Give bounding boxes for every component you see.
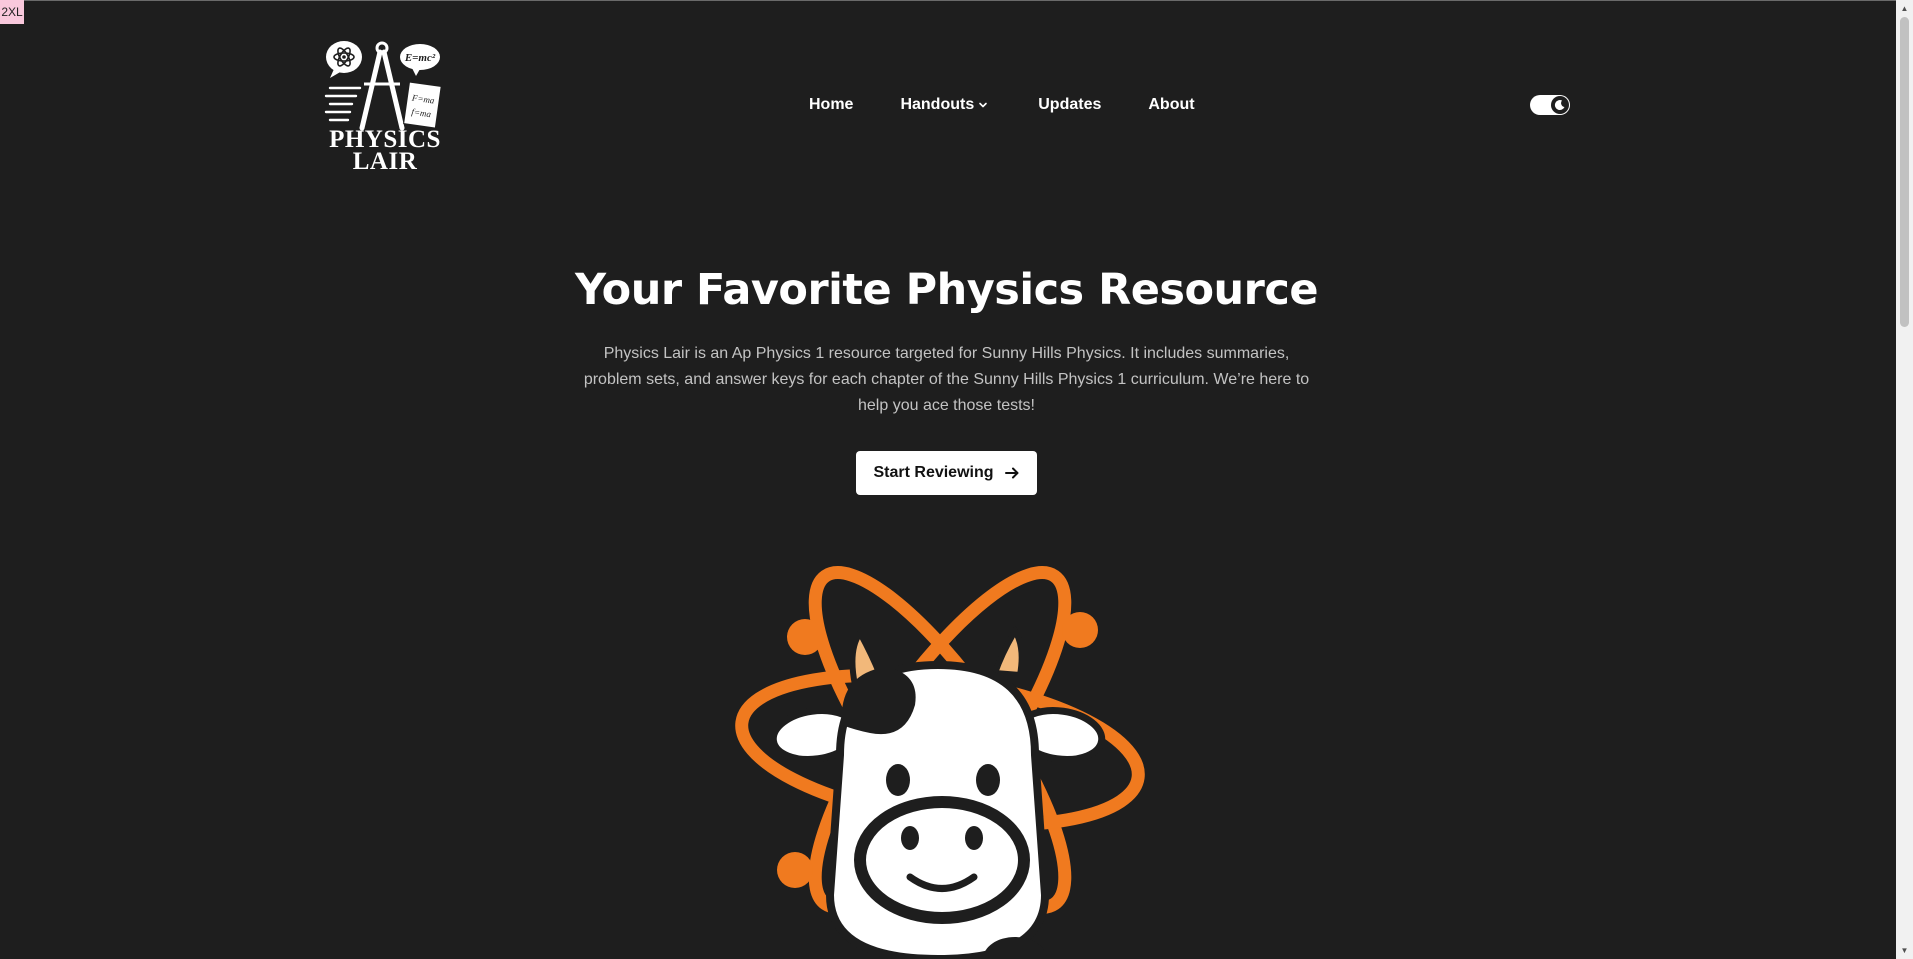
chevron-down-icon <box>979 102 988 108</box>
nav-handouts-label: Handouts <box>900 96 975 113</box>
vertical-scrollbar[interactable]: ▲ ▼ <box>1896 0 1913 959</box>
arrow-right-icon <box>1004 467 1019 479</box>
logo-title-line2: LAIR <box>352 148 418 175</box>
scroll-up-arrow-icon[interactable]: ▲ <box>1896 0 1913 17</box>
toggle-knob <box>1551 96 1569 114</box>
window-top-border <box>0 0 1913 1</box>
start-reviewing-label: Start Reviewing <box>873 464 994 481</box>
nav-handouts-dropdown[interactable]: Handouts <box>900 96 988 114</box>
logo-bubble-text: E=mc² <box>404 52 436 64</box>
site-logo[interactable]: E=mc² F=ma f=ma PHYSICS LAIR <box>320 36 450 176</box>
moon-icon <box>1554 100 1565 111</box>
theme-toggle[interactable] <box>1530 95 1570 115</box>
main-nav: Home Handouts Updates About <box>780 92 1195 118</box>
logo-graphic: E=mc² F=ma f=ma <box>324 41 442 131</box>
nav-about-link[interactable]: About <box>1148 96 1194 114</box>
hero-title: Your Favorite Physics Resource <box>574 265 1319 315</box>
cow-atom-mascot-image <box>720 555 1160 959</box>
breakpoint-badge: 2XL <box>0 0 24 24</box>
hero-description: Physics Lair is an Ap Physics 1 resource… <box>583 345 1310 414</box>
nav-updates-link[interactable]: Updates <box>1038 96 1101 114</box>
start-reviewing-button[interactable]: Start Reviewing <box>856 451 1037 495</box>
scroll-down-arrow-icon[interactable]: ▼ <box>1896 942 1913 959</box>
nav-home-link[interactable]: Home <box>809 96 853 114</box>
scrollbar-thumb[interactable] <box>1900 17 1909 327</box>
page: 2XL E=mc² F=ma f=ma PHYSICS LAIR Home Ha… <box>0 0 1913 959</box>
